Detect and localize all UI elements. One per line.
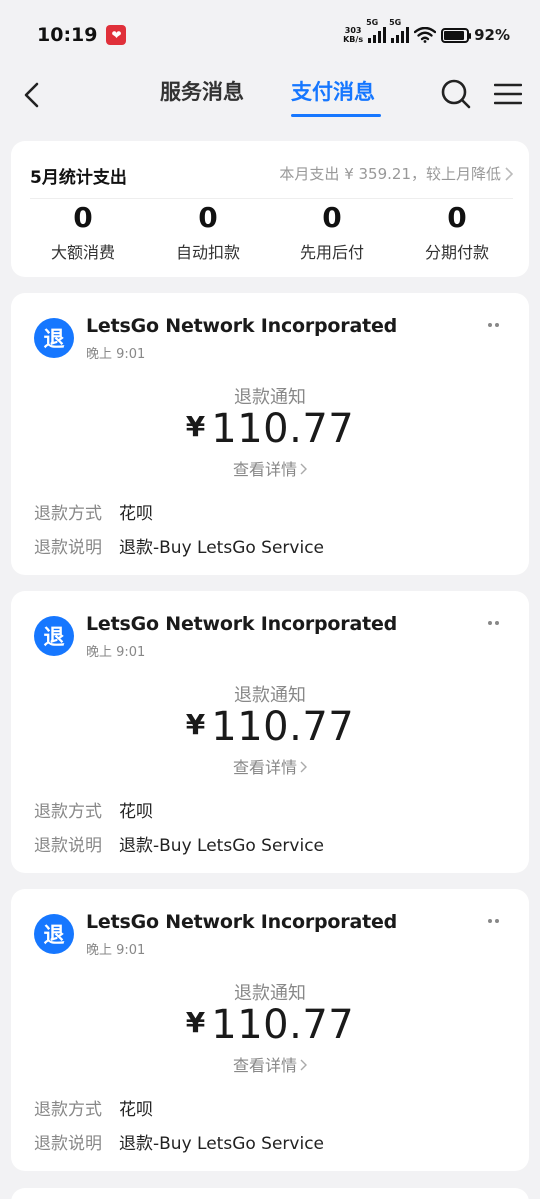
field-value: 花呗 xyxy=(119,504,153,524)
field-value: 退款-Buy LetsGo Service xyxy=(119,836,324,856)
stat-label: 大额消费 xyxy=(50,243,115,262)
field-value: 花呗 xyxy=(119,1100,153,1120)
status-bar: 10:19 ❤ 303 KB/s 5G 5G 92% xyxy=(0,0,540,70)
chevron-right-icon xyxy=(300,463,307,475)
refund-amount: ¥110.77 xyxy=(11,406,529,452)
refund-amount: ¥110.77 xyxy=(11,1002,529,1048)
message-time: 晚上 9:01 xyxy=(86,347,146,362)
chevron-right-icon xyxy=(300,761,307,773)
refund-message-card[interactable]: 退 LetsGo Network Incorporated 晚上 9:01 退款… xyxy=(11,293,529,575)
message-time: 晚上 9:01 xyxy=(86,943,146,958)
wifi-icon xyxy=(414,27,437,43)
network-speed: 303 KB/s xyxy=(343,26,363,44)
field-value: 花呗 xyxy=(119,802,153,822)
view-details-label: 查看详情 xyxy=(232,460,297,479)
stat-value: 0 xyxy=(447,201,467,234)
refund-message-card[interactable]: 退 LetsGo Network Incorporated 晚上 9:01 退款… xyxy=(11,591,529,873)
view-details-link[interactable]: 查看详情 xyxy=(11,456,529,480)
chevron-right-icon xyxy=(300,1059,307,1071)
stat-auto-deduction[interactable]: 0 自动扣款 xyxy=(148,201,268,263)
currency-symbol: ¥ xyxy=(185,1006,206,1039)
field-value: 退款-Buy LetsGo Service xyxy=(119,538,324,558)
stat-label: 自动扣款 xyxy=(175,243,240,262)
stat-label: 分期付款 xyxy=(424,243,489,262)
battery-percent: 92% xyxy=(474,26,510,44)
refund-icon: 退 xyxy=(34,616,74,656)
tab-payment-messages[interactable]: 支付消息 xyxy=(291,76,375,106)
menu-icon[interactable] xyxy=(494,82,522,106)
amount-value: 110.77 xyxy=(211,406,355,452)
currency-symbol: ¥ xyxy=(185,708,206,741)
field-label: 退款方式 xyxy=(34,802,102,822)
stat-label: 先用后付 xyxy=(299,243,364,262)
merchant-name: LetsGo Network Incorporated xyxy=(86,911,398,933)
refund-method-row: 退款方式 花呗 xyxy=(34,797,153,822)
status-time: 10:19 xyxy=(37,24,98,46)
signal-sim1-icon: 5G xyxy=(366,18,387,43)
refund-message-card-partial[interactable] xyxy=(11,1188,529,1199)
message-time: 晚上 9:01 xyxy=(86,645,146,660)
more-options-icon[interactable] xyxy=(488,919,499,923)
refund-icon: 退 xyxy=(34,914,74,954)
monthly-stats-card: 5月统计支出 本月支出 ¥ 359.21，较上月降低 0 大额消费 0 自动扣款… xyxy=(11,141,529,277)
field-label: 退款说明 xyxy=(34,1134,102,1154)
view-details-link[interactable]: 查看详情 xyxy=(11,1052,529,1076)
field-value: 退款-Buy LetsGo Service xyxy=(119,1134,324,1154)
back-arrow-icon[interactable] xyxy=(18,80,46,110)
field-label: 退款方式 xyxy=(34,504,102,524)
refund-message-card[interactable]: 退 LetsGo Network Incorporated 晚上 9:01 退款… xyxy=(11,889,529,1171)
stat-pay-later[interactable]: 0 先用后付 xyxy=(272,201,392,263)
signal-sim2-icon: 5G xyxy=(389,18,410,43)
stat-value: 0 xyxy=(322,201,342,234)
refund-method-row: 退款方式 花呗 xyxy=(34,499,153,524)
chevron-right-icon xyxy=(505,166,513,181)
network-speed-value: 303 xyxy=(344,26,362,35)
amount-value: 110.77 xyxy=(211,1002,355,1048)
more-options-icon[interactable] xyxy=(488,621,499,625)
sim1-label: 5G xyxy=(366,18,379,27)
more-options-icon[interactable] xyxy=(488,323,499,327)
refund-description-row: 退款说明 退款-Buy LetsGo Service xyxy=(34,1129,324,1154)
battery: 92% xyxy=(441,26,510,44)
stats-title: 5月统计支出 xyxy=(30,168,127,188)
field-label: 退款说明 xyxy=(34,538,102,558)
refund-description-row: 退款说明 退款-Buy LetsGo Service xyxy=(34,831,324,856)
view-details-link[interactable]: 查看详情 xyxy=(11,754,529,778)
amount-value: 110.77 xyxy=(211,704,355,750)
network-speed-unit: KB/s xyxy=(343,35,364,44)
refund-icon: 退 xyxy=(34,318,74,358)
stat-value: 0 xyxy=(73,201,93,234)
view-details-label: 查看详情 xyxy=(232,1056,297,1075)
tab-service-messages[interactable]: 服务消息 xyxy=(160,76,244,106)
merchant-name: LetsGo Network Incorporated xyxy=(86,315,398,337)
app-notification-icon: ❤ xyxy=(106,25,127,45)
header-nav: 服务消息 支付消息 xyxy=(0,70,540,122)
currency-symbol: ¥ xyxy=(185,410,206,443)
active-tab-indicator xyxy=(291,114,381,117)
status-indicators: 303 KB/s 5G 5G 92% xyxy=(343,18,510,44)
merchant-name: LetsGo Network Incorporated xyxy=(86,613,398,635)
stat-installments[interactable]: 0 分期付款 xyxy=(397,201,517,263)
field-label: 退款方式 xyxy=(34,1100,102,1120)
view-details-label: 查看详情 xyxy=(232,758,297,777)
field-label: 退款说明 xyxy=(34,836,102,856)
stats-summary-text: 本月支出 ¥ 359.21，较上月降低 xyxy=(279,165,501,183)
refund-amount: ¥110.77 xyxy=(11,704,529,750)
divider xyxy=(30,198,513,199)
stats-summary-link[interactable]: 本月支出 ¥ 359.21，较上月降低 xyxy=(279,163,513,184)
sim2-label: 5G xyxy=(389,18,402,27)
battery-icon xyxy=(441,27,472,43)
stat-large-spending[interactable]: 0 大额消费 xyxy=(23,201,143,263)
stat-value: 0 xyxy=(198,201,218,234)
refund-description-row: 退款说明 退款-Buy LetsGo Service xyxy=(34,533,324,558)
search-icon[interactable] xyxy=(440,78,472,110)
refund-method-row: 退款方式 花呗 xyxy=(34,1095,153,1120)
